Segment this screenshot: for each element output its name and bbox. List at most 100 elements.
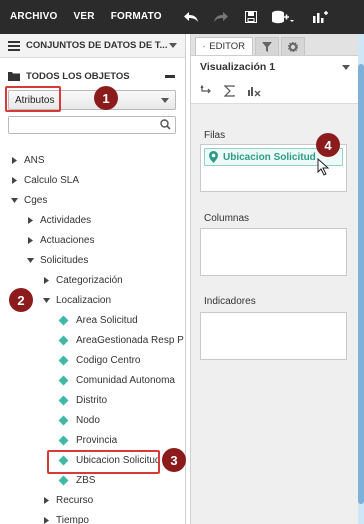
visualization-selector[interactable]: Visualización 1 (191, 56, 358, 78)
rows-field-label: Ubicacion Solicitud (223, 151, 316, 163)
tree-folder-item[interactable]: Solicitudes (0, 250, 186, 270)
attribute-diamond-icon (58, 475, 69, 485)
tree-attribute-item[interactable]: Distrito (0, 390, 186, 410)
editor-tabs: EDITOR (191, 34, 358, 56)
step-badge-2: 2 (9, 288, 33, 312)
expand-right-icon[interactable] (26, 216, 34, 224)
tree-attribute-item[interactable]: AreaGestionada Resp P (0, 330, 186, 350)
scrollbar[interactable] (358, 34, 364, 524)
sum-icon[interactable] (224, 84, 235, 97)
filter-icon (262, 41, 272, 52)
datasets-title: CONJUNTOS DE DATOS DE T... (26, 40, 168, 51)
tree-attribute-item[interactable]: Provincia (0, 430, 186, 450)
expand-down-icon[interactable] (10, 196, 18, 204)
tree-item-label: AreaGestionada Resp P (76, 334, 184, 346)
chart-add-icon[interactable] (304, 0, 336, 34)
tree-item-label: Actividades (40, 214, 92, 226)
tree-item-label: Tiempo (56, 514, 89, 524)
metrics-drop-zone[interactable] (200, 312, 347, 360)
expand-right-icon[interactable] (10, 176, 18, 184)
expand-right-icon[interactable] (10, 156, 18, 164)
scroll-thumb[interactable] (358, 64, 364, 504)
editor-panel: EDITOR Visualización 1 Filas Ubicacion S… (190, 34, 358, 524)
columns-label: Columnas (204, 213, 250, 224)
expand-right-icon[interactable] (42, 496, 50, 504)
tree-item-label: Codigo Centro (76, 354, 141, 366)
expand-down-icon[interactable] (42, 296, 50, 304)
tree-folder-item[interactable]: Cges (0, 190, 186, 210)
top-toolbar: ARCHIVO VER FORMATO (0, 0, 364, 34)
highlight-object-type (5, 86, 61, 112)
object-search-field[interactable] (8, 116, 176, 134)
chevron-down-icon[interactable] (342, 64, 350, 70)
menu-formato[interactable]: FORMATO (103, 0, 170, 34)
gear-icon (288, 41, 298, 52)
tree-item-label: ZBS (76, 474, 96, 486)
tree-attribute-item[interactable]: Codigo Centro (0, 350, 186, 370)
metrics-label: Indicadores (204, 296, 256, 307)
folder-icon (8, 72, 20, 81)
tree-item-label: Solicitudes (40, 254, 89, 266)
tree-folder-item[interactable]: Recurso (0, 490, 186, 510)
expand-right-icon[interactable] (26, 236, 34, 244)
expand-right-icon[interactable] (42, 276, 50, 284)
tab-editor-label: EDITOR (209, 41, 245, 52)
tree-folder-item[interactable]: Actuaciones (0, 230, 186, 250)
tab-filters[interactable] (255, 37, 279, 55)
tree-item-label: Calculo SLA (24, 174, 80, 186)
tab-editor[interactable]: EDITOR (195, 37, 253, 55)
all-objects-title: TODOS LOS OBJETOS (26, 70, 130, 82)
tree-attribute-item[interactable]: Area Solicitud (0, 310, 186, 330)
expand-right-icon[interactable] (42, 516, 50, 524)
menu-ver[interactable]: VER (66, 0, 103, 34)
tree-item-label: Categorización (56, 274, 123, 286)
save-icon[interactable] (236, 0, 266, 34)
step-badge-1: 1 (94, 86, 118, 110)
undo-icon[interactable] (176, 0, 206, 34)
tree-item-label: Distrito (76, 394, 108, 406)
attribute-diamond-icon (58, 415, 69, 425)
datasets-header[interactable]: CONJUNTOS DE DATOS DE T... (0, 34, 185, 58)
tree-item-label: Provincia (76, 434, 118, 446)
tree-attribute-item[interactable]: Nodo (0, 410, 186, 430)
tree-item-label: Area Solicitud (76, 314, 138, 326)
visualization-title: Visualización 1 (200, 61, 276, 73)
search-input[interactable] (9, 117, 149, 133)
tree-item-label: Recurso (56, 494, 94, 506)
tree-attribute-item[interactable]: Comunidad Autonoma (0, 370, 186, 390)
highlight-ubicacion-solicitud (47, 450, 160, 474)
location-pin-icon (209, 151, 218, 163)
add-datasource-icon[interactable] (266, 0, 300, 34)
mouse-cursor-icon (317, 158, 330, 176)
tree-item-label: Cges (24, 194, 48, 206)
tree-item-label: Localizacion (56, 294, 112, 306)
search-icon[interactable] (160, 119, 171, 130)
tree-folder-item[interactable]: Calculo SLA (0, 170, 186, 190)
datasets-icon (8, 40, 20, 51)
chart-clear-icon[interactable] (247, 85, 261, 97)
step-badge-4: 4 (316, 133, 340, 157)
pencil-icon (203, 45, 206, 48)
attribute-diamond-icon (58, 315, 69, 325)
columns-drop-zone[interactable] (200, 228, 347, 276)
redo-icon[interactable] (206, 0, 236, 34)
attribute-diamond-icon (58, 355, 69, 365)
tab-format[interactable] (281, 37, 305, 55)
tree-item-label: Actuaciones (40, 234, 95, 246)
rows-label: Filas (204, 130, 226, 141)
attribute-diamond-icon (58, 395, 69, 405)
tree-folder-item[interactable]: Tiempo (0, 510, 186, 524)
tree-folder-item[interactable]: Actividades (0, 210, 186, 230)
menu-archivo[interactable]: ARCHIVO (2, 0, 66, 34)
tree-item-label: Nodo (76, 414, 100, 426)
expand-down-icon[interactable] (26, 256, 34, 264)
tree-folder-item[interactable]: ANS (0, 150, 186, 170)
collapse-icon[interactable] (165, 74, 175, 78)
step-badge-3: 3 (162, 448, 186, 472)
visualization-tools (191, 78, 358, 104)
tree-item-label: ANS (24, 154, 45, 166)
chevron-down-icon[interactable] (169, 43, 177, 48)
attribute-diamond-icon (58, 335, 69, 345)
tree-folder-item[interactable]: Categorización (0, 270, 186, 290)
pivot-icon[interactable] (200, 84, 212, 97)
